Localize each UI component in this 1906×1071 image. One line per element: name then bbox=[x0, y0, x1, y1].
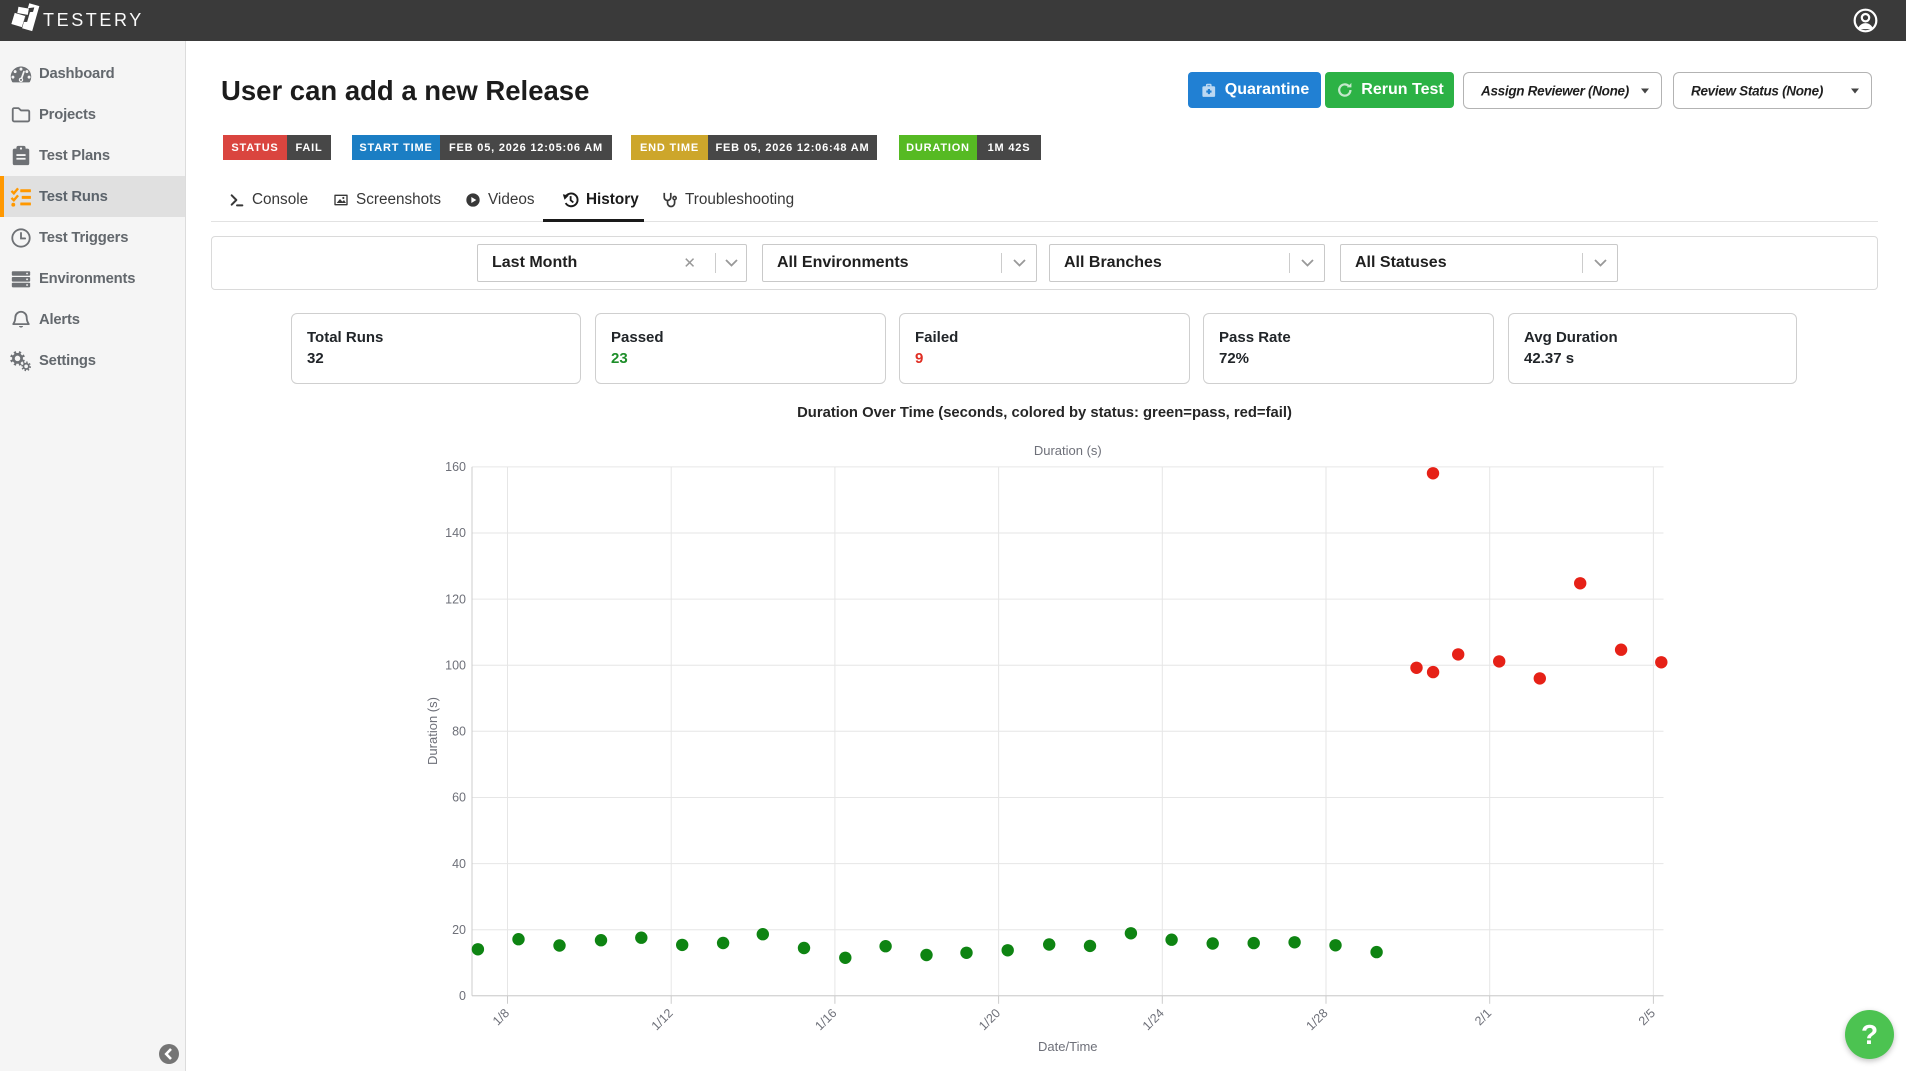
svg-text:2/1: 2/1 bbox=[1472, 1006, 1494, 1028]
svg-text:0: 0 bbox=[459, 989, 466, 1003]
svg-text:1/24: 1/24 bbox=[1140, 1006, 1167, 1033]
svg-text:140: 140 bbox=[445, 526, 466, 540]
svg-text:Duration (s): Duration (s) bbox=[425, 697, 440, 765]
svg-text:1/20: 1/20 bbox=[976, 1006, 1003, 1033]
svg-text:160: 160 bbox=[445, 460, 466, 474]
svg-text:40: 40 bbox=[452, 857, 466, 871]
svg-text:1/12: 1/12 bbox=[649, 1006, 676, 1033]
svg-text:Date/Time: Date/Time bbox=[1038, 1039, 1097, 1054]
svg-text:20: 20 bbox=[452, 923, 466, 937]
svg-text:1/8: 1/8 bbox=[490, 1006, 512, 1028]
svg-text:60: 60 bbox=[452, 791, 466, 805]
svg-text:120: 120 bbox=[445, 592, 466, 606]
svg-text:1/28: 1/28 bbox=[1304, 1006, 1331, 1033]
svg-text:1/16: 1/16 bbox=[812, 1006, 839, 1033]
svg-text:80: 80 bbox=[452, 725, 466, 739]
svg-text:2/5: 2/5 bbox=[1636, 1006, 1658, 1028]
svg-text:Duration (s): Duration (s) bbox=[1034, 443, 1102, 458]
svg-text:100: 100 bbox=[445, 658, 466, 672]
